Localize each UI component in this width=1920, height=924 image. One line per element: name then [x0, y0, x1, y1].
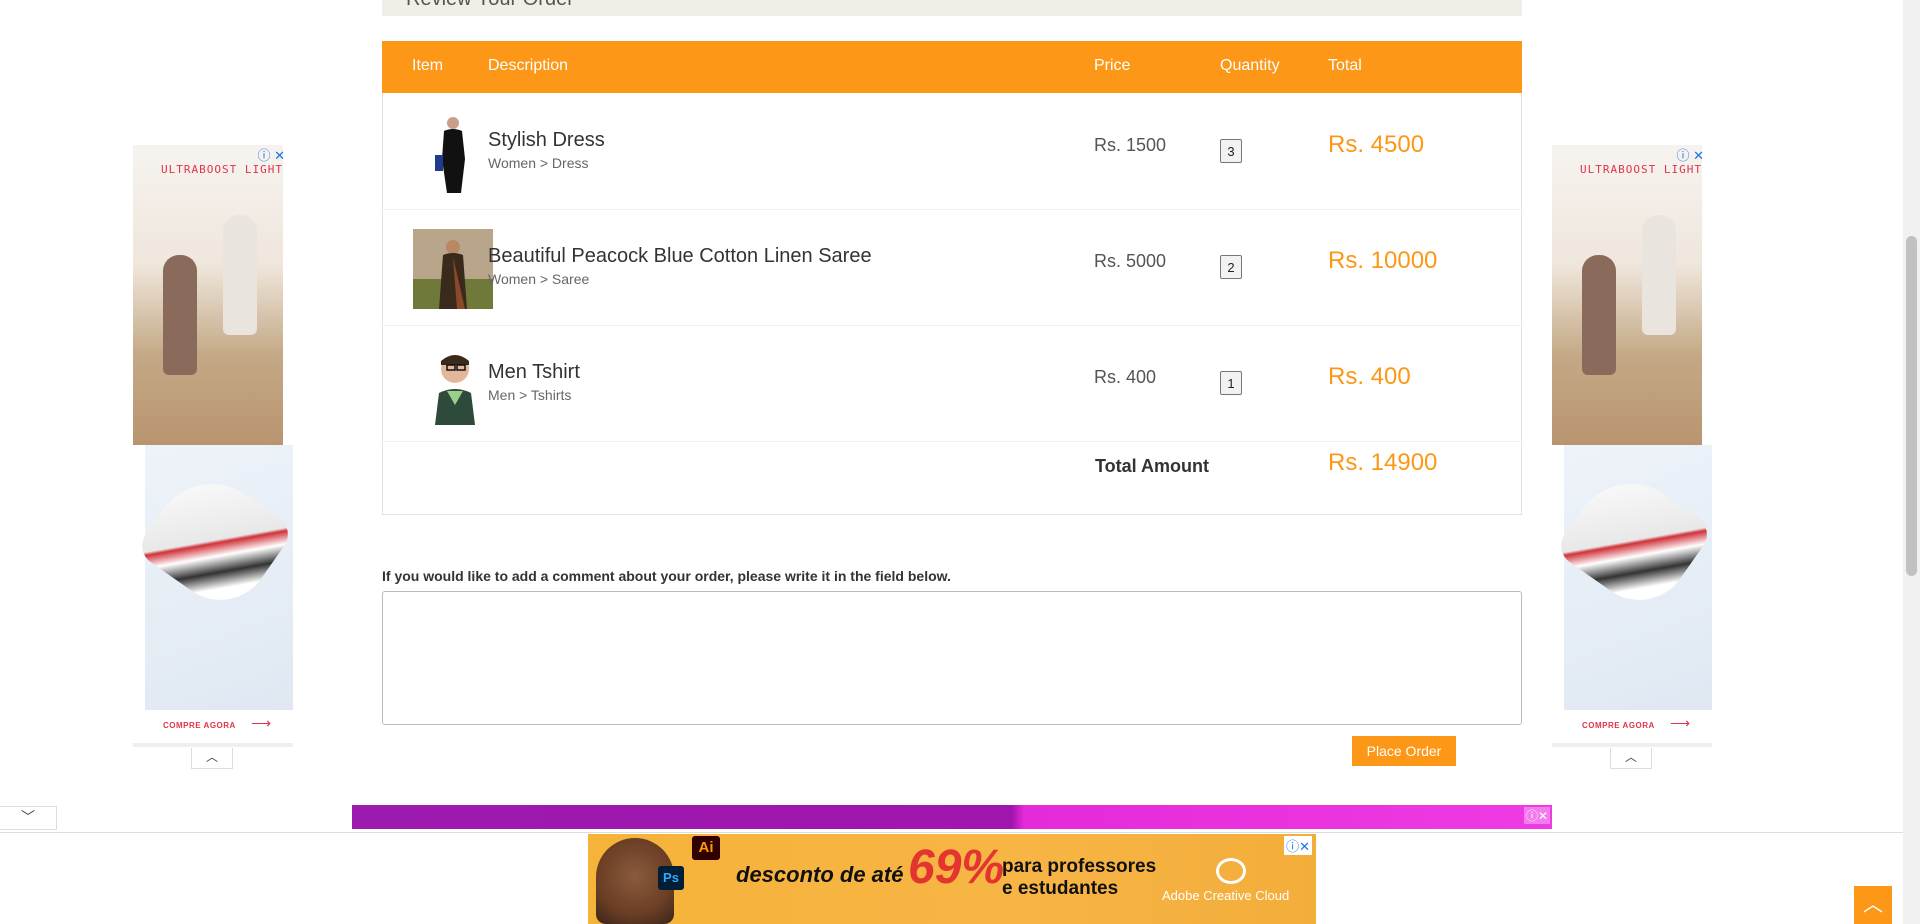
table-row: Beautiful Peacock Blue Cotton Linen Sare… — [383, 209, 1521, 326]
side-ad-right[interactable]: ULTRABOOST LIGHT ⓘ ✕ COMPRE AGORA ⟶ ︿ — [1552, 145, 1715, 769]
ad-divider — [133, 743, 293, 747]
quantity-box[interactable]: 1 — [1220, 371, 1242, 395]
product-name[interactable]: Men Tshirt — [488, 361, 580, 384]
header-total: Total — [1328, 57, 1362, 74]
arrow-right-icon[interactable]: ⟶ — [251, 715, 271, 732]
product-price: Rs. 1500 — [1094, 135, 1167, 155]
ad-cta[interactable]: COMPRE AGORA — [163, 721, 236, 730]
ad-image-shoe[interactable] — [134, 445, 296, 710]
product-category: Men > Tshirts — [488, 387, 572, 403]
comment-label: If you would like to add a comment about… — [382, 568, 951, 584]
ad-discount: 69% — [908, 841, 1005, 894]
anchor-divider — [0, 832, 1920, 833]
product-name[interactable]: Beautiful Peacock Blue Cotton Linen Sare… — [488, 245, 872, 268]
ad-subheadline: para professores e estudantes — [1002, 856, 1157, 899]
back-to-top-button[interactable]: ︿ — [1854, 886, 1892, 924]
chevron-up-icon[interactable]: ︿ — [191, 748, 233, 769]
chevron-down-icon[interactable]: ﹀ — [0, 806, 57, 830]
shoe-graphic — [1553, 460, 1715, 620]
ad-choices-icon[interactable]: ⓘ ✕ — [1676, 145, 1704, 164]
row-total: Rs. 400 — [1328, 363, 1411, 390]
ad-cta[interactable]: COMPRE AGORA — [1582, 721, 1655, 730]
close-icon[interactable]: ⓘ✕ — [1523, 807, 1550, 824]
order-table: Item Description Price Quantity Total St… — [382, 41, 1522, 515]
illustrator-icon: Ai — [692, 836, 720, 860]
header-item: Item — [412, 57, 444, 74]
chevron-up-icon: ︿ — [1863, 894, 1883, 916]
product-price: Rs. 400 — [1094, 367, 1157, 387]
photoshop-icon: Ps — [658, 866, 684, 890]
table-row: Men Tshirt Men > Tshirts Rs. 400 1 Rs. 4… — [383, 325, 1521, 442]
product-category: Women > Dress — [488, 155, 589, 171]
product-image-tshirt[interactable] — [413, 345, 493, 425]
total-amount-value: Rs. 14900 — [1328, 449, 1438, 476]
chevron-up-icon[interactable]: ︿ — [1610, 748, 1652, 769]
runner-figure — [1642, 215, 1676, 335]
scrollbar[interactable] — [1903, 0, 1920, 924]
row-total: Rs. 10000 — [1328, 247, 1438, 274]
product-name[interactable]: Stylish Dress — [488, 129, 605, 152]
ad-headline: desconto de até — [736, 862, 904, 887]
ad-image-shoe[interactable] — [1553, 445, 1715, 710]
ad-choices-icon[interactable]: ⓘ ✕ — [257, 145, 285, 164]
ad-image-runners[interactable]: ULTRABOOST LIGHT — [133, 145, 283, 445]
shoe-graphic — [134, 460, 296, 620]
runner-figure — [1582, 255, 1616, 375]
ad-title: ULTRABOOST LIGHT — [161, 163, 283, 176]
place-order-button[interactable]: Place Order — [1352, 736, 1456, 766]
product-image-saree[interactable] — [413, 229, 493, 309]
close-icon[interactable]: ✕ — [274, 148, 285, 163]
review-title: Review Your Order — [406, 0, 574, 11]
bottom-ad-banner[interactable]: Ai Ps desconto de até 69% para professor… — [588, 834, 1316, 924]
quantity-box[interactable]: 3 — [1220, 139, 1242, 163]
runner-figure — [163, 255, 197, 375]
arrow-right-icon[interactable]: ⟶ — [1670, 715, 1690, 732]
table-header: Item Description Price Quantity Total — [382, 41, 1522, 93]
header-quantity: Quantity — [1220, 57, 1280, 74]
product-category: Women > Saree — [488, 271, 590, 287]
comment-textarea[interactable] — [382, 591, 1522, 725]
ad-brand: Adobe Creative Cloud — [1162, 888, 1290, 903]
creative-cloud-icon — [1216, 858, 1246, 884]
side-ad-left[interactable]: ULTRABOOST LIGHT ⓘ ✕ COMPRE AGORA ⟶ ︿ — [133, 145, 296, 769]
runner-figure — [223, 215, 257, 335]
close-icon[interactable]: ✕ — [1693, 148, 1704, 163]
ad-divider — [1552, 743, 1712, 747]
header-price: Price — [1094, 57, 1131, 74]
table-row: Stylish Dress Women > Dress Rs. 1500 3 R… — [383, 93, 1521, 210]
row-total: Rs. 4500 — [1328, 131, 1425, 158]
header-description: Description — [488, 57, 569, 74]
review-header: Review Your Order — [382, 0, 1522, 16]
quantity-box[interactable]: 2 — [1220, 255, 1242, 279]
ad-image-runners[interactable]: ULTRABOOST LIGHT — [1552, 145, 1702, 445]
product-image-dress[interactable] — [413, 113, 493, 193]
product-price: Rs. 5000 — [1094, 251, 1167, 271]
scrollbar-thumb[interactable] — [1906, 236, 1917, 576]
total-amount-label: Total Amount — [1095, 456, 1209, 476]
close-icon[interactable]: ⓘ✕ — [1284, 836, 1312, 855]
ad-title: ULTRABOOST LIGHT — [1580, 163, 1702, 176]
purple-ad-banner[interactable]: ⓘ✕ — [352, 805, 1552, 829]
